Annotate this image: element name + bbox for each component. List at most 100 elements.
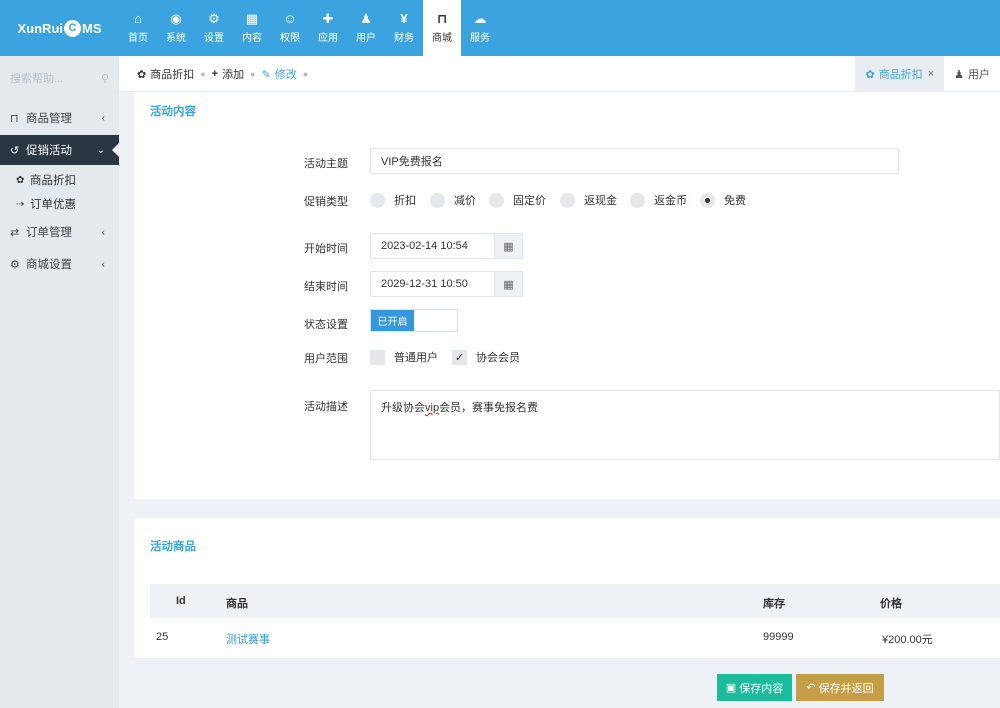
yen-icon: ¥ [400,11,408,26]
cell-id: 25 [156,631,169,643]
start-time-input[interactable]: 2023-02-14 10:54 [370,233,495,259]
tab-users[interactable]: ♟ 用户 [944,56,1000,92]
search-input[interactable]: 搜索帮助... [10,70,63,86]
end-time-input[interactable]: 2029-12-31 10:50 [370,271,495,297]
activity-content-panel: 活动内容 活动主题 VIP免费报名 促销类型 折扣 减价 固定价 返现金 返金币… [134,92,1000,499]
nav-item-users[interactable]: ♟ 用户 [347,0,385,56]
radio-reduce[interactable]: 减价 [430,192,476,208]
nav-item-home[interactable]: ⌂ 首页 [119,0,157,56]
nav-item-label: 系统 [166,33,186,44]
breadcrumb-discount[interactable]: 商品折扣 [150,66,194,82]
home-icon: ⌂ [134,11,142,26]
nav-item-settings[interactable]: ⚙ 设置 [195,0,233,56]
plus-icon: + [211,68,219,80]
sidebar: 搜索帮助... ⚲ ⊓ 商品管理 ‹ ↺ 促销活动 ⌄ ✿ 商品折扣 ⇢ 订单优… [0,56,119,708]
nav-item-service[interactable]: ☁ 服务 [461,0,499,56]
cart-arrow-icon: ⇢ [16,198,25,210]
cart-icon: ⊓ [10,112,19,125]
close-icon[interactable]: × [928,68,934,80]
tab-label: 商品折扣 [878,69,923,81]
chevron-left-icon: ‹ [101,258,105,270]
breadcrumb-separator: ● [250,69,256,79]
save-and-return-button[interactable]: ↶ 保存并返回 [796,674,884,701]
radio-cashback[interactable]: 返现金 [560,192,617,208]
handshake-icon: ⇄ [10,226,20,239]
sidebar-subitem-discount[interactable]: ✿ 商品折扣 [0,168,119,192]
chevron-left-icon: ‹ [101,226,105,238]
radio-dot [630,192,645,208]
checkbox-label: 普通用户 [394,352,438,364]
radio-label: 折扣 [394,195,416,207]
promo-type-label: 促销类型 [304,196,348,208]
checkbox-label: 协会会员 [476,352,520,364]
radio-coin-back[interactable]: 返金币 [630,192,687,208]
breadcrumb: ✿ 商品折扣 ● + 添加 ● ✎ 修改 ● [137,56,314,92]
radio-dot-selected [700,192,715,208]
sidebar-subitem-order-coupon[interactable]: ⇢ 订单优惠 [0,192,119,216]
tab-label: 用户 [968,69,990,81]
calendar-icon[interactable]: ▦ [495,233,523,259]
user-icon: ♟ [954,68,964,81]
sidebar-item-goods[interactable]: ⊓ 商品管理 ‹ [0,103,119,133]
logo-text-suffix: MS [82,20,102,36]
section-title: 活动内容 [150,106,196,118]
chevron-down-icon: ⌄ [96,144,105,156]
puzzle-icon: ✚ [322,11,334,26]
logo-o-mark: C [64,19,81,37]
activity-goods-panel: 活动商品 Id 商品 库存 价格 25 测试赛事 99999 ¥200.00元 [134,518,1000,658]
sidebar-item-orders[interactable]: ⇄ 订单管理 ‹ [0,217,119,247]
sidebar-item-mall-settings[interactable]: ⚙ 商城设置 ‹ [0,249,119,279]
save-button[interactable]: ▣ 保存内容 [717,674,792,701]
radio-dot [430,192,445,208]
breadcrumb-separator: ● [200,69,206,79]
cell-goods-name[interactable]: 测试赛事 [226,631,270,647]
breadcrumb-add[interactable]: 添加 [222,66,244,82]
radio-label: 免费 [724,195,746,207]
sidebar-item-promotion[interactable]: ↺ 促销活动 ⌄ [0,135,119,165]
sidebar-subitem-label: 订单优惠 [30,199,76,211]
radio-free[interactable]: 免费 [700,192,746,208]
top-navbar: XunRui C MS ⌂ 首页 ◉ 系统 ⚙ 设置 ▦ 内容 ☺ 权限 ✚ 应用 ♟ 用户 ¥ 财… [0,0,1000,56]
description-text: 升级协会 [381,402,425,414]
breadcrumb-edit[interactable]: 修改 [275,66,297,82]
chevron-left-icon: ‹ [101,112,105,124]
nav-item-label: 权限 [280,33,300,44]
checkbox-association-member[interactable]: ✓ 协会会员 [452,349,520,365]
nav-item-label: 应用 [318,33,338,44]
radio-label: 返现金 [584,195,617,207]
sidebar-item-label: 促销活动 [26,145,72,157]
table-header: Id 商品 库存 价格 [150,584,1000,618]
calendar-icon[interactable]: ▦ [495,271,523,297]
cogs-icon: ⚙ [208,11,220,26]
checkbox-normal-user[interactable]: 普通用户 [370,349,438,365]
history-icon: ↺ [10,144,20,157]
description-textarea[interactable]: 升级协会vip会员，赛事免报名费 [370,390,1000,460]
radio-discount[interactable]: 折扣 [370,192,416,208]
nav-item-label: 服务 [470,33,490,44]
user-circle-icon: ☺ [283,11,297,26]
toggle-on-label: 已开启 [371,310,414,331]
page-tabs: ✿ 商品折扣 × ♟ 用户 [855,56,1000,92]
radio-dot [370,192,385,208]
nav-item-permission[interactable]: ☺ 权限 [271,0,309,56]
nav-item-content[interactable]: ▦ 内容 [233,0,271,56]
subject-label: 活动主题 [304,158,348,170]
cart-icon: ⊓ [436,11,448,26]
radio-fixed-price[interactable]: 固定价 [489,192,546,208]
nav-item-system[interactable]: ◉ 系统 [157,0,195,56]
app-logo[interactable]: XunRui C MS [0,0,119,56]
search-icon[interactable]: ⚲ [101,72,109,85]
subject-input[interactable]: VIP免费报名 [370,148,899,174]
tab-discount[interactable]: ✿ 商品折扣 × [855,56,945,92]
nav-item-apps[interactable]: ✚ 应用 [309,0,347,56]
save-and-return-label: 保存并返回 [818,682,874,695]
reply-icon: ↶ [806,682,816,694]
status-toggle[interactable]: 已开启 [370,309,458,332]
sidebar-search[interactable]: 搜索帮助... ⚲ [0,64,119,92]
nav-item-mall[interactable]: ⊓ 商城 [423,0,461,56]
column-header-price: 价格 [880,598,902,610]
nav-item-finance[interactable]: ¥ 财务 [385,0,423,56]
start-time-label: 开始时间 [304,243,348,255]
main-nav: ⌂ 首页 ◉ 系统 ⚙ 设置 ▦ 内容 ☺ 权限 ✚ 应用 ♟ 用户 ¥ 财务 ⊓ 商城 ☁ 服务 [119,0,499,56]
user-icon: ♟ [360,11,372,26]
